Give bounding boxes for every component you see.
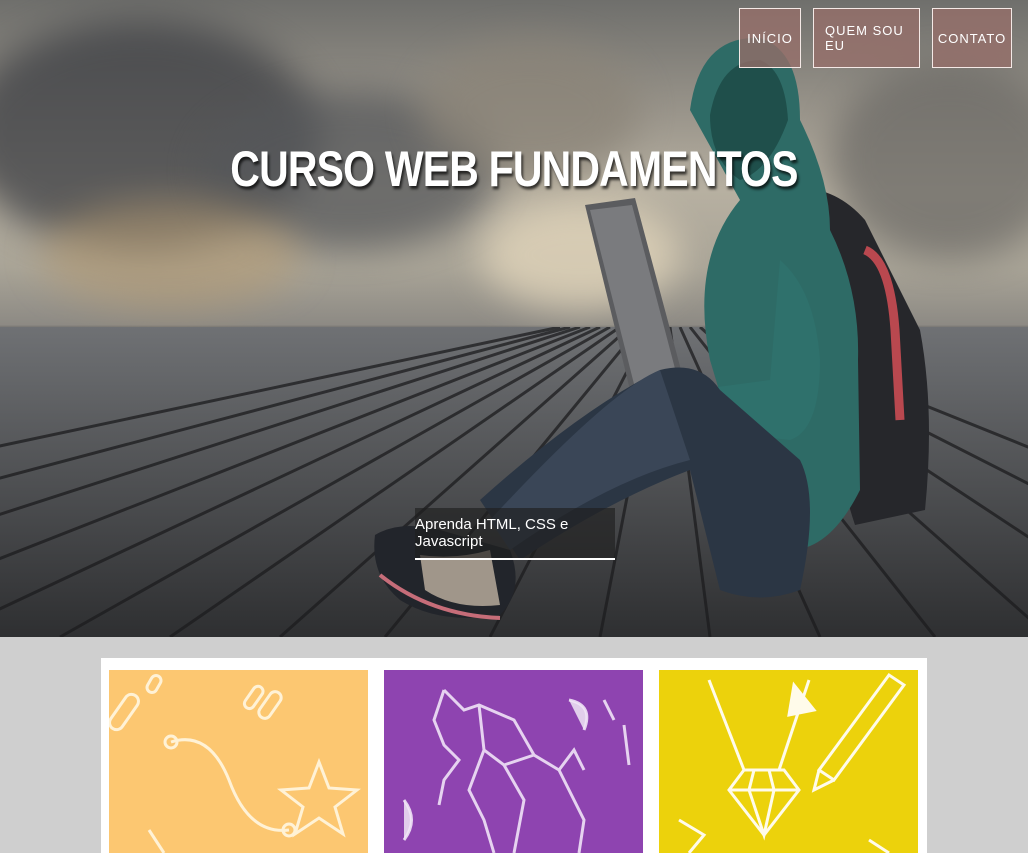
top-navigation: INÍCIO QUEM SOU EU CONTATO: [739, 8, 1012, 68]
elephant-icon: [402, 688, 631, 853]
hero-subtitle-badge: Aprenda HTML, CSS e Javascript: [415, 508, 615, 560]
gem-pencil-icon: [678, 672, 907, 853]
nav-quem-sou-eu-button[interactable]: QUEM SOU EU: [813, 8, 920, 68]
course-cards-section: [101, 658, 927, 853]
nav-contato-button[interactable]: CONTATO: [932, 8, 1012, 68]
doodle-icon: [109, 674, 362, 853]
card-html[interactable]: [109, 670, 368, 853]
card-css[interactable]: [384, 670, 643, 853]
card-javascript[interactable]: [659, 670, 918, 853]
hero-title: CURSO WEB FUNDAMENTOS: [230, 141, 798, 197]
cloud-shape: [40, 200, 300, 310]
nav-inicio-button[interactable]: INÍCIO: [739, 8, 801, 68]
